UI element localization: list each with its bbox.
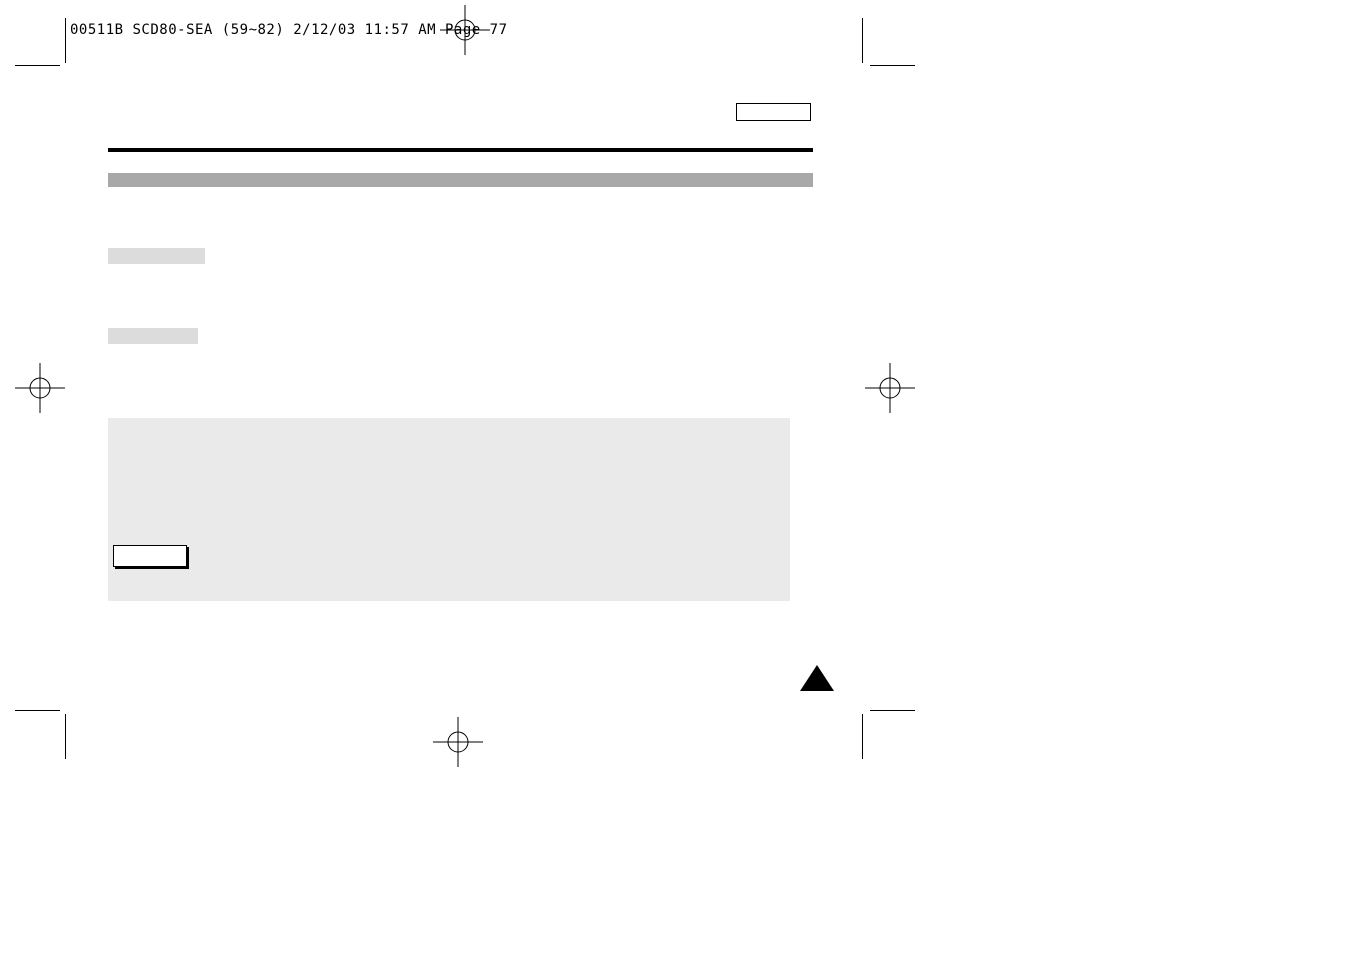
page-number-box bbox=[736, 103, 811, 121]
registration-mark-icon bbox=[860, 358, 920, 418]
crop-mark bbox=[65, 18, 66, 63]
crop-mark bbox=[862, 714, 863, 759]
divider-rule bbox=[108, 148, 813, 152]
crop-mark bbox=[862, 18, 863, 63]
crop-mark bbox=[15, 710, 60, 711]
crop-mark bbox=[870, 65, 915, 66]
crop-mark bbox=[870, 710, 915, 711]
registration-mark-icon bbox=[10, 358, 70, 418]
button-graphic bbox=[113, 545, 187, 567]
crop-mark bbox=[15, 65, 60, 66]
triangle-up-icon bbox=[800, 665, 834, 691]
label-highlight bbox=[108, 328, 198, 344]
section-bar bbox=[108, 173, 813, 187]
crop-mark bbox=[65, 714, 66, 759]
label-highlight bbox=[108, 248, 205, 264]
content-panel bbox=[108, 418, 790, 601]
registration-mark-icon bbox=[435, 0, 495, 60]
registration-mark-icon bbox=[428, 712, 488, 772]
